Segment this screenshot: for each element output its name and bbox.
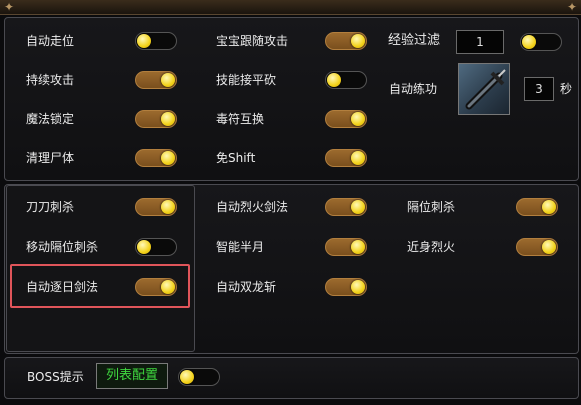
- toggle-knob: [351, 34, 365, 48]
- skill-col2-label-1: 智能半月: [216, 240, 265, 254]
- general-col2-label-1: 技能接平砍: [216, 73, 277, 87]
- exp-filter-label: 经验过滤: [388, 33, 441, 48]
- skill-col3-toggle-1[interactable]: [516, 238, 558, 256]
- auto-practice-seconds-input[interactable]: 3: [524, 77, 554, 101]
- toggle-knob: [161, 112, 175, 126]
- boss-alert-label: BOSS提示: [27, 370, 84, 384]
- auto-practice-label: 自动练功: [389, 82, 438, 96]
- toggle-knob: [161, 200, 175, 214]
- general-col1-label-2: 魔法锁定: [26, 112, 75, 126]
- skill-col3-toggle-0[interactable]: [516, 198, 558, 216]
- skill-col1-toggle-1[interactable]: [135, 238, 177, 256]
- corner-ornament-right-icon: ✦: [566, 0, 578, 14]
- general-col2-toggle-0[interactable]: [325, 32, 367, 50]
- list-config-button[interactable]: 列表配置: [96, 363, 168, 389]
- skill-col1-label-1: 移动隔位刺杀: [26, 240, 99, 254]
- boss-alert-panel: [4, 357, 579, 399]
- skill-col2-label-0: 自动烈火剑法: [216, 200, 289, 214]
- toggle-knob: [161, 151, 175, 165]
- general-col1-toggle-3[interactable]: [135, 149, 177, 167]
- toggle-knob: [351, 151, 365, 165]
- toggle-knob: [542, 200, 556, 214]
- window-titlebar: [0, 0, 581, 15]
- toggle-knob: [522, 35, 536, 49]
- general-col1-toggle-2[interactable]: [135, 110, 177, 128]
- toggle-knob: [327, 73, 341, 87]
- general-col2-label-2: 毒符互换: [216, 112, 265, 126]
- general-col1-toggle-0[interactable]: [135, 32, 177, 50]
- toggle-knob: [137, 34, 151, 48]
- toggle-knob: [351, 200, 365, 214]
- exp-filter-toggle[interactable]: [520, 33, 562, 51]
- skill-col2-toggle-2[interactable]: [325, 278, 367, 296]
- skill-col3-label-0: 隔位刺杀: [407, 200, 456, 214]
- seconds-unit-label: 秒: [560, 82, 573, 96]
- skill-col1-toggle-0[interactable]: [135, 198, 177, 216]
- general-col1-toggle-1[interactable]: [135, 71, 177, 89]
- corner-ornament-left-icon: ✦: [3, 0, 15, 14]
- general-col1-label-1: 持续攻击: [26, 73, 75, 87]
- sword-skill-icon[interactable]: [458, 63, 510, 115]
- skill-col2-label-2: 自动双龙斩: [216, 280, 277, 294]
- general-col2-label-0: 宝宝跟随攻击: [216, 34, 289, 48]
- general-col2-label-3: 免Shift: [216, 151, 256, 165]
- toggle-knob: [351, 280, 365, 294]
- general-col2-toggle-3[interactable]: [325, 149, 367, 167]
- toggle-knob: [161, 73, 175, 87]
- toggle-knob: [351, 112, 365, 126]
- general-col1-label-0: 自动走位: [26, 34, 75, 48]
- boss-alert-toggle[interactable]: [178, 368, 220, 386]
- skill-col1-label-0: 刀刀刺杀: [26, 200, 75, 214]
- skill-col2-toggle-0[interactable]: [325, 198, 367, 216]
- skill-col3-label-1: 近身烈火: [407, 240, 456, 254]
- skill-col2-toggle-1[interactable]: [325, 238, 367, 256]
- toggle-knob: [542, 240, 556, 254]
- general-col2-toggle-2[interactable]: [325, 110, 367, 128]
- general-col2-toggle-1[interactable]: [325, 71, 367, 89]
- general-col1-label-3: 清理尸体: [26, 151, 75, 165]
- toggle-knob: [351, 240, 365, 254]
- sword-icon: [465, 69, 506, 110]
- exp-filter-input[interactable]: 1: [456, 30, 504, 54]
- toggle-knob: [137, 240, 151, 254]
- toggle-knob: [180, 370, 194, 384]
- selection-highlight: [10, 264, 190, 308]
